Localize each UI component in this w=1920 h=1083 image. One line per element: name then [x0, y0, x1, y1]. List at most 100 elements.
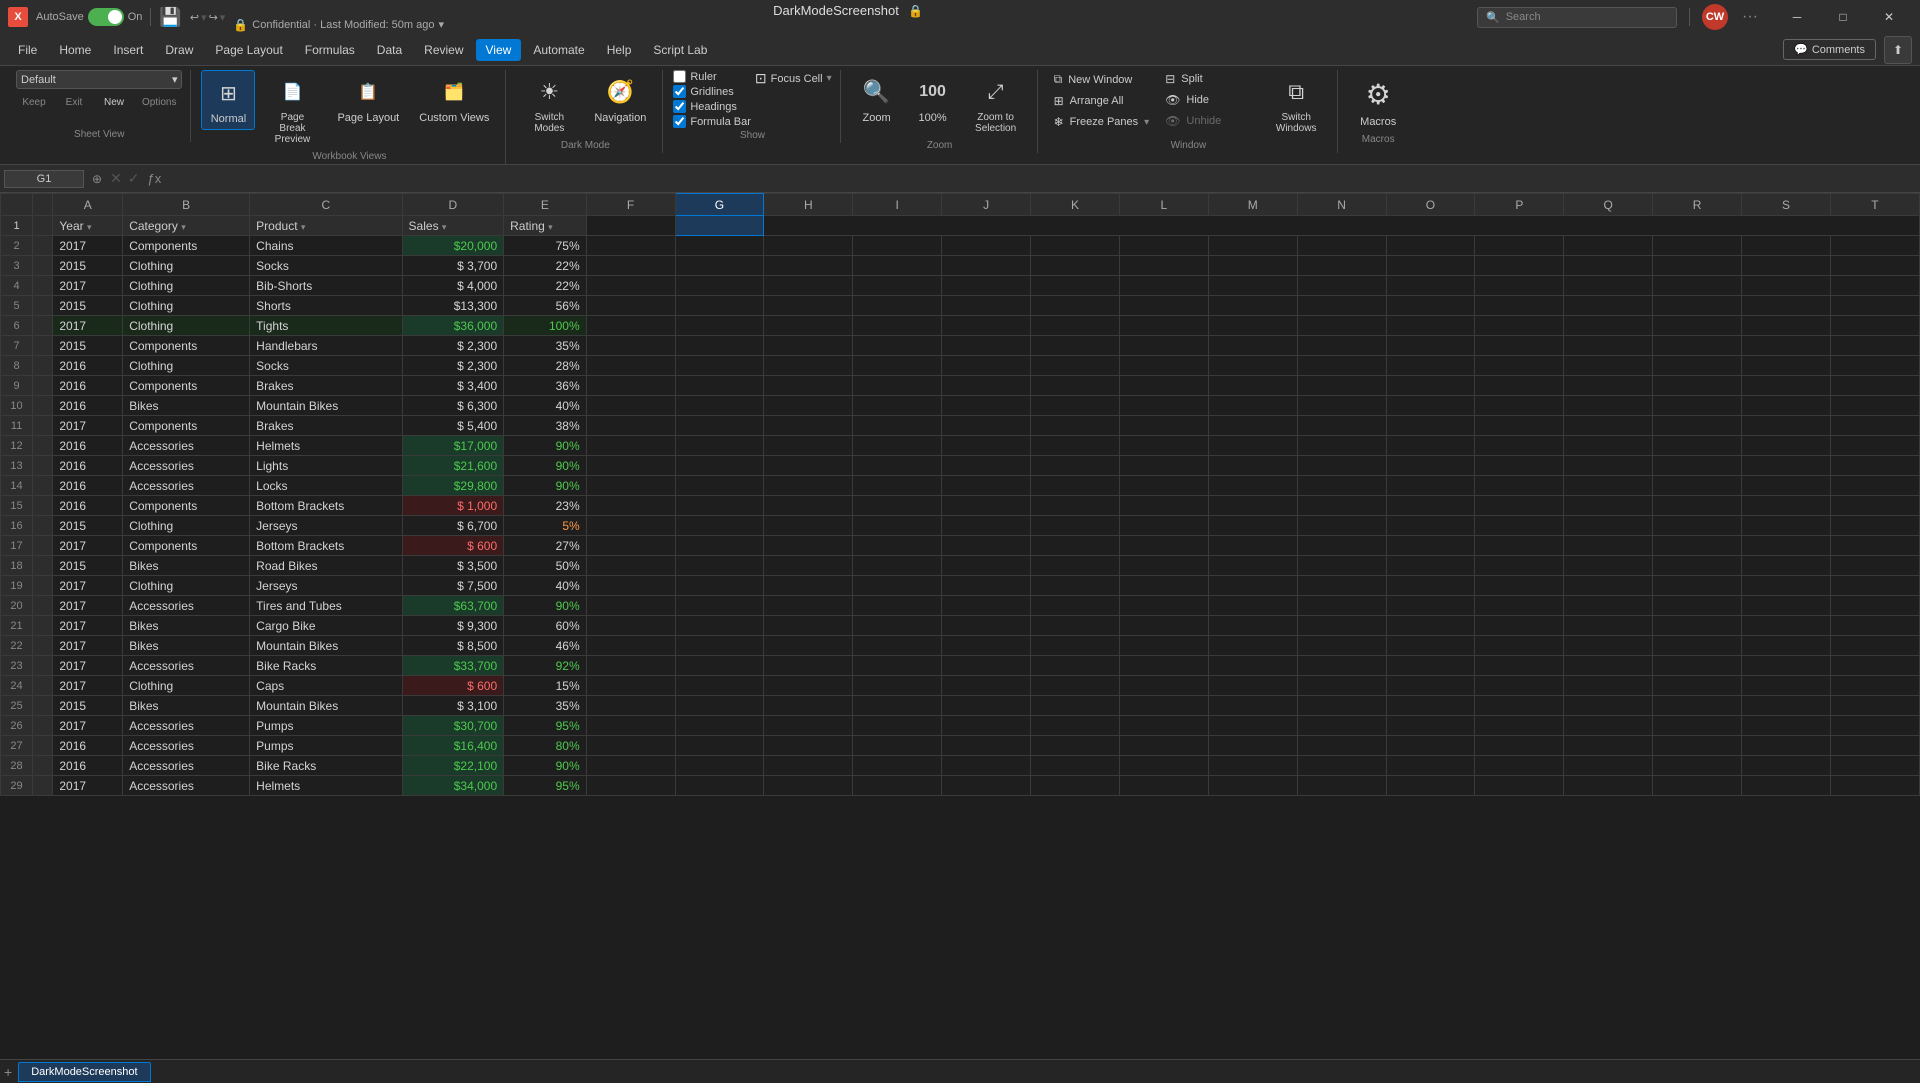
cell-n-18[interactable]	[1297, 556, 1386, 576]
col-header-f[interactable]: F	[586, 194, 675, 216]
cell-s-4[interactable]	[1742, 276, 1831, 296]
cell-i-10[interactable]	[853, 396, 942, 416]
cell-j-3[interactable]	[942, 256, 1031, 276]
cell-k-2[interactable]	[1031, 236, 1120, 256]
cell-p-4[interactable]	[1475, 276, 1564, 296]
cell-reference-box[interactable]: G1	[4, 170, 84, 188]
cell-r-5[interactable]	[1653, 296, 1742, 316]
cell-rating-13[interactable]: 90%	[504, 456, 587, 476]
cell-category-15[interactable]: Components	[123, 496, 250, 516]
cell-i-22[interactable]	[853, 636, 942, 656]
cell-r-15[interactable]	[1653, 496, 1742, 516]
cell-g-28[interactable]	[675, 756, 764, 776]
cell-m-9[interactable]	[1208, 376, 1297, 396]
cell-h-2[interactable]	[764, 236, 853, 256]
cell-sales-21[interactable]: $ 9,300	[402, 616, 504, 636]
cell-f-11[interactable]	[586, 416, 675, 436]
cell-f-28[interactable]	[586, 756, 675, 776]
cell-o-21[interactable]	[1386, 616, 1475, 636]
cell-t-26[interactable]	[1830, 716, 1919, 736]
cell-k-25[interactable]	[1031, 696, 1120, 716]
cell-i-2[interactable]	[853, 236, 942, 256]
cell-t-11[interactable]	[1830, 416, 1919, 436]
cell-t-23[interactable]	[1830, 656, 1919, 676]
cell-q-4[interactable]	[1564, 276, 1653, 296]
col-header-m[interactable]: M	[1208, 194, 1297, 216]
cell-category-23[interactable]: Accessories	[123, 656, 250, 676]
sheet-view-dropdown[interactable]: Default ▾	[16, 70, 182, 89]
cell-o-23[interactable]	[1386, 656, 1475, 676]
cell-j-11[interactable]	[942, 416, 1031, 436]
col-header-n[interactable]: N	[1297, 194, 1386, 216]
cell-j-5[interactable]	[942, 296, 1031, 316]
cell-f-20[interactable]	[586, 596, 675, 616]
cell-j-18[interactable]	[942, 556, 1031, 576]
cell-q-19[interactable]	[1564, 576, 1653, 596]
cell-rating-29[interactable]: 95%	[504, 776, 587, 796]
cell-f-22[interactable]	[586, 636, 675, 656]
cell-category-25[interactable]: Bikes	[123, 696, 250, 716]
cell-p-19[interactable]	[1475, 576, 1564, 596]
cell-j-20[interactable]	[942, 596, 1031, 616]
cell-o-8[interactable]	[1386, 356, 1475, 376]
cell-i-14[interactable]	[853, 476, 942, 496]
cell-q-21[interactable]	[1564, 616, 1653, 636]
cell-p-5[interactable]	[1475, 296, 1564, 316]
menu-file[interactable]: File	[8, 39, 47, 61]
cell-s-2[interactable]	[1742, 236, 1831, 256]
cell-year-13[interactable]: 2016	[53, 456, 123, 476]
focus-cell-btn[interactable]: ⊡ Focus Cell ▾	[755, 70, 832, 87]
cell-sales-3[interactable]: $ 3,700	[402, 256, 504, 276]
cell-category-29[interactable]: Accessories	[123, 776, 250, 796]
cell-l-2[interactable]	[1119, 236, 1208, 256]
cell-o-28[interactable]	[1386, 756, 1475, 776]
cell-o-15[interactable]	[1386, 496, 1475, 516]
cell-k-14[interactable]	[1031, 476, 1120, 496]
cell-s-19[interactable]	[1742, 576, 1831, 596]
cell-n-7[interactable]	[1297, 336, 1386, 356]
cell-j-9[interactable]	[942, 376, 1031, 396]
cell-m-12[interactable]	[1208, 436, 1297, 456]
cell-m-18[interactable]	[1208, 556, 1297, 576]
cell-o-16[interactable]	[1386, 516, 1475, 536]
cell-t-7[interactable]	[1830, 336, 1919, 356]
formula-bar-input[interactable]	[673, 115, 686, 128]
cell-o-29[interactable]	[1386, 776, 1475, 796]
cell-product-8[interactable]: Socks	[250, 356, 402, 376]
cell-l-5[interactable]	[1119, 296, 1208, 316]
cell-k-23[interactable]	[1031, 656, 1120, 676]
cell-g-3[interactable]	[675, 256, 764, 276]
cell-sales-28[interactable]: $22,100	[402, 756, 504, 776]
cell-n-10[interactable]	[1297, 396, 1386, 416]
cell-j-28[interactable]	[942, 756, 1031, 776]
cell-t-15[interactable]	[1830, 496, 1919, 516]
cell-product-9[interactable]: Brakes	[250, 376, 402, 396]
cell-rating-2[interactable]: 75%	[504, 236, 587, 256]
cell-product-18[interactable]: Road Bikes	[250, 556, 402, 576]
page-layout-button[interactable]: 📋 Page Layout	[329, 70, 407, 128]
cell-m-8[interactable]	[1208, 356, 1297, 376]
cell-s-20[interactable]	[1742, 596, 1831, 616]
cell-g-5[interactable]	[675, 296, 764, 316]
cell-g-21[interactable]	[675, 616, 764, 636]
cell-rating-6[interactable]: 100%	[504, 316, 587, 336]
cell-year-2[interactable]: 2017	[53, 236, 123, 256]
cell-r-3[interactable]	[1653, 256, 1742, 276]
cell-sales-11[interactable]: $ 5,400	[402, 416, 504, 436]
cell-q-14[interactable]	[1564, 476, 1653, 496]
cell-h-14[interactable]	[764, 476, 853, 496]
cell-year-15[interactable]: 2016	[53, 496, 123, 516]
cell-t-12[interactable]	[1830, 436, 1919, 456]
cell-rating-15[interactable]: 23%	[504, 496, 587, 516]
cell-p-29[interactable]	[1475, 776, 1564, 796]
cell-year-18[interactable]: 2015	[53, 556, 123, 576]
cell-i-16[interactable]	[853, 516, 942, 536]
cell-sales-10[interactable]: $ 6,300	[402, 396, 504, 416]
cell-category-21[interactable]: Bikes	[123, 616, 250, 636]
cell-r-27[interactable]	[1653, 736, 1742, 756]
col-header-o[interactable]: O	[1386, 194, 1475, 216]
headings-checkbox[interactable]: Headings	[673, 100, 751, 113]
cell-year-26[interactable]: 2017	[53, 716, 123, 736]
cell-rating-9[interactable]: 36%	[504, 376, 587, 396]
cell-g-6[interactable]	[675, 316, 764, 336]
